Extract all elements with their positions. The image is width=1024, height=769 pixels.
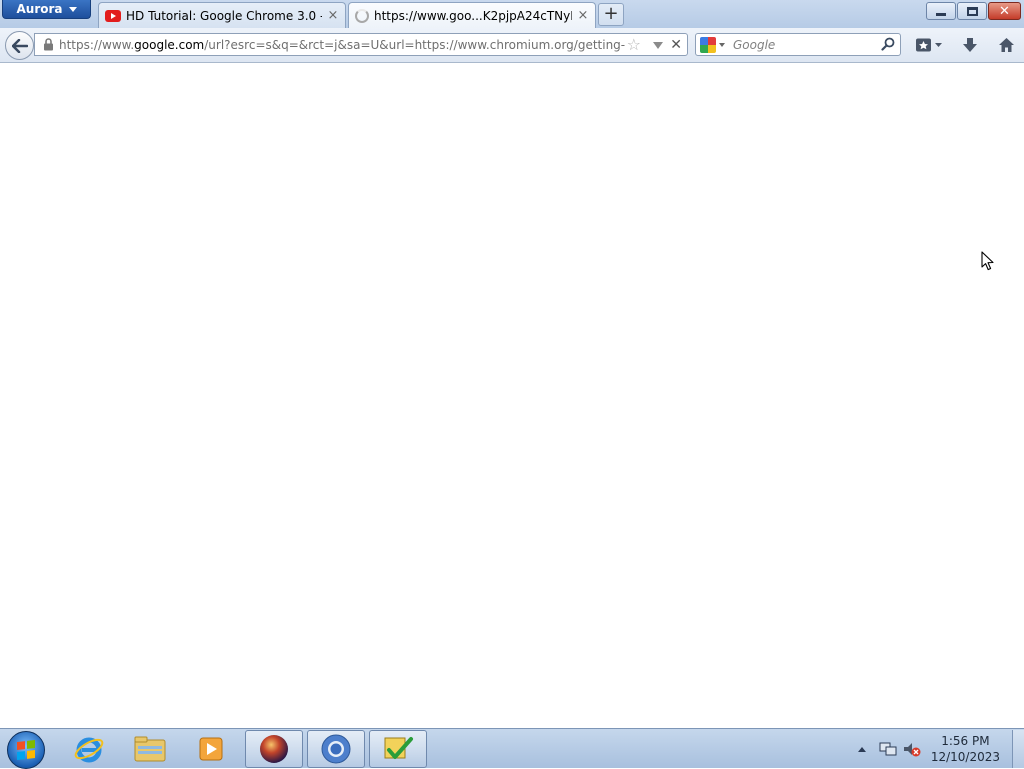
start-button[interactable]: [7, 731, 45, 769]
windows-explorer-icon: [134, 736, 166, 762]
search-bar: [695, 33, 901, 56]
downloads-button[interactable]: [959, 35, 981, 55]
taskbar-item-chromium[interactable]: [307, 730, 365, 768]
url-host: google.com: [134, 37, 205, 52]
back-button[interactable]: [5, 31, 34, 60]
bookmarks-menu-button[interactable]: [913, 35, 945, 55]
restore-icon: [966, 6, 978, 16]
clock[interactable]: 1:56 PM 12/10/2023: [931, 733, 1000, 765]
network-icon[interactable]: [879, 741, 897, 757]
close-icon: ✕: [999, 3, 1010, 19]
volume-muted-icon[interactable]: [903, 741, 921, 757]
google-icon[interactable]: [700, 36, 716, 53]
minimize-icon: [936, 12, 946, 16]
home-button[interactable]: [995, 35, 1017, 55]
firefox-aurora-icon: [260, 735, 288, 763]
internet-explorer-icon: [74, 737, 104, 763]
navigation-toolbar: https://www.google.com/url?esrc=s&q=&rct…: [0, 28, 1024, 63]
tab-title: HD Tutorial: Google Chrome 3.0 - Yo...: [126, 8, 322, 23]
clock-time: 1:56 PM: [941, 734, 990, 748]
youtube-icon: [105, 9, 121, 22]
tab-strip: Aurora HD Tutorial: Google Chrome 3.0 - …: [0, 0, 1024, 28]
system-tray: 1:56 PM 12/10/2023: [857, 729, 1024, 769]
close-window-button[interactable]: ✕: [988, 2, 1021, 20]
address-bar[interactable]: https://www.google.com/url?esrc=s&q=&rct…: [34, 33, 688, 56]
new-tab-button[interactable]: +: [598, 3, 624, 26]
minimize-button[interactable]: [926, 2, 956, 20]
home-icon: [998, 38, 1014, 52]
bookmark-star-icon[interactable]: ☆: [627, 36, 641, 54]
tab-close-icon[interactable]: ×: [327, 8, 339, 23]
back-arrow-icon: [11, 38, 28, 53]
chromium-icon: [321, 734, 351, 764]
history-dropdown-icon[interactable]: [653, 42, 663, 49]
search-icon[interactable]: [881, 37, 895, 54]
taskbar: 1:56 PM 12/10/2023: [0, 728, 1024, 769]
app-menu-button[interactable]: Aurora: [2, 0, 91, 19]
taskbar-item-checkmark-app[interactable]: [369, 730, 427, 768]
show-desktop-button[interactable]: [1012, 730, 1024, 768]
taskbar-item-internet-explorer[interactable]: [60, 730, 118, 768]
media-player-icon: [199, 737, 223, 761]
windows-logo-icon: [17, 740, 35, 760]
download-arrow-icon: [963, 38, 977, 52]
chevron-down-icon: [68, 6, 77, 12]
tab-youtube[interactable]: HD Tutorial: Google Chrome 3.0 - Yo... ×: [98, 2, 346, 28]
mouse-cursor-icon: [981, 251, 994, 271]
restore-button[interactable]: [957, 2, 987, 20]
app-menu-label: Aurora: [16, 2, 63, 16]
lock-icon: [41, 38, 55, 52]
taskbar-item-media-player[interactable]: [182, 730, 240, 768]
url-path: /url?esrc=s&q=&rct=j&sa=U&url=https://ww…: [204, 37, 625, 52]
clock-date: 12/10/2023: [930, 750, 1000, 764]
loading-spinner-icon: [355, 8, 369, 23]
stop-icon[interactable]: ✕: [670, 36, 682, 54]
url-text[interactable]: https://www.google.com/url?esrc=s&q=&rct…: [59, 38, 625, 52]
checkmark-app-icon: [384, 737, 413, 759]
tab-close-icon[interactable]: ×: [577, 8, 589, 23]
chevron-down-icon[interactable]: [719, 42, 725, 47]
tab-google-redirect[interactable]: https://www.goo...K2pjpA24cTNyHWN ×: [348, 2, 596, 28]
taskbar-item-firefox-aurora[interactable]: [245, 730, 303, 768]
url-prefix: https://www.: [59, 37, 135, 52]
show-hidden-icons-icon[interactable]: [857, 746, 866, 752]
search-input[interactable]: [733, 37, 873, 52]
page-content: [0, 63, 1024, 728]
taskbar-item-windows-explorer[interactable]: [121, 730, 179, 768]
bookmarks-icon: [916, 38, 942, 52]
tab-title: https://www.goo...K2pjpA24cTNyHWN: [374, 8, 572, 23]
